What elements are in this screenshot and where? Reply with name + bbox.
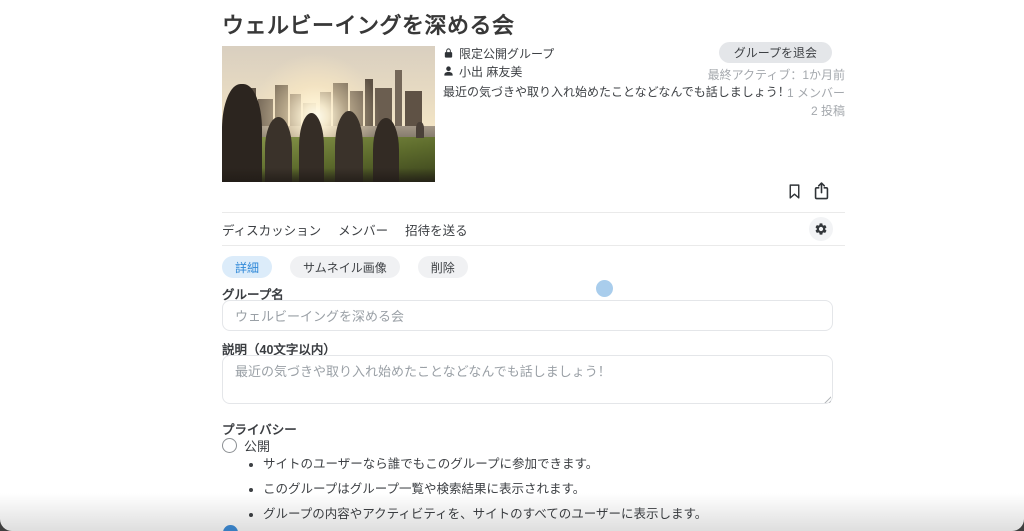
- gear-icon: [815, 223, 827, 235]
- leave-group-button[interactable]: グループを退会: [718, 42, 832, 63]
- post-count: 2 投稿: [810, 104, 845, 118]
- share-button[interactable]: [812, 180, 831, 205]
- last-active-text: 最終アクティブ：1か月前: [707, 68, 845, 82]
- privacy-badge: 限定公開グループ: [459, 46, 555, 61]
- foreground-shadow: [222, 168, 435, 182]
- person-icon: [444, 66, 453, 76]
- owner-name: 小出 麻友美: [459, 64, 523, 79]
- subtab-delete[interactable]: 削除: [417, 256, 468, 278]
- group-name-input[interactable]: [222, 300, 833, 331]
- person-silhouette: [415, 122, 425, 139]
- privacy-row: 限定公開グループ: [443, 46, 723, 61]
- group-description: 最近の気づきや取り入れ始めたことなどなんでも話しましょう！: [443, 85, 790, 99]
- touch-cursor-dot: [596, 280, 613, 297]
- public-radio[interactable]: [222, 438, 237, 453]
- detail-item: サイトのユーザーなら誰でもこのグループに参加できます。: [247, 458, 707, 471]
- app-window: ウェルビーイングを深める会 限定公開グループ 小出 麻友美 最近の気づきや取り入…: [0, 0, 1024, 531]
- lock-icon: [444, 48, 453, 58]
- member-count: 1 メンバー: [786, 86, 845, 100]
- subtab-details[interactable]: 詳細: [222, 256, 273, 278]
- header-actions: [786, 180, 831, 205]
- settings-subtabs: 詳細 サムネイル画像 削除: [222, 256, 468, 278]
- bookmark-icon: [789, 183, 800, 199]
- group-cover-photo: [222, 46, 435, 182]
- settings-button[interactable]: [809, 217, 833, 241]
- bookmark-button[interactable]: [786, 181, 803, 205]
- tab-members[interactable]: メンバー: [338, 220, 388, 239]
- limited-radio-selected[interactable]: [223, 525, 238, 531]
- person-silhouette: [222, 84, 263, 182]
- tab-send-invite[interactable]: 招待を送る: [405, 220, 468, 239]
- privacy-option-public: 公開: [222, 436, 270, 455]
- owner-row: 小出 麻友美: [443, 64, 723, 79]
- detail-item: グループの内容やアクティビティを、サイトのすべてのユーザーに表示します。: [247, 508, 707, 521]
- subtab-thumbnail[interactable]: サムネイル画像: [290, 256, 400, 278]
- group-stats: 最終アクティブ：1か月前 1 メンバー 2 投稿: [708, 66, 845, 120]
- page-title: ウェルビーイングを深める会: [222, 13, 515, 38]
- group-tabbar: ディスカッション メンバー 招待を送る: [222, 212, 845, 246]
- detail-item: このグループはグループ一覧や検索結果に表示されます。: [247, 483, 707, 496]
- share-icon: [814, 182, 829, 200]
- description-textarea[interactable]: 最近の気づきや取り入れ始めたことなどなんでも話しましょう！: [222, 355, 833, 404]
- public-radio-label: 公開: [244, 439, 271, 454]
- public-option-details: サイトのユーザーなら誰でもこのグループに参加できます。 このグループはグループ一…: [247, 458, 707, 531]
- tab-discussion[interactable]: ディスカッション: [222, 220, 321, 239]
- group-meta: 限定公開グループ 小出 麻友美 最近の気づきや取り入れ始めたことなどなんでも話し…: [443, 46, 790, 100]
